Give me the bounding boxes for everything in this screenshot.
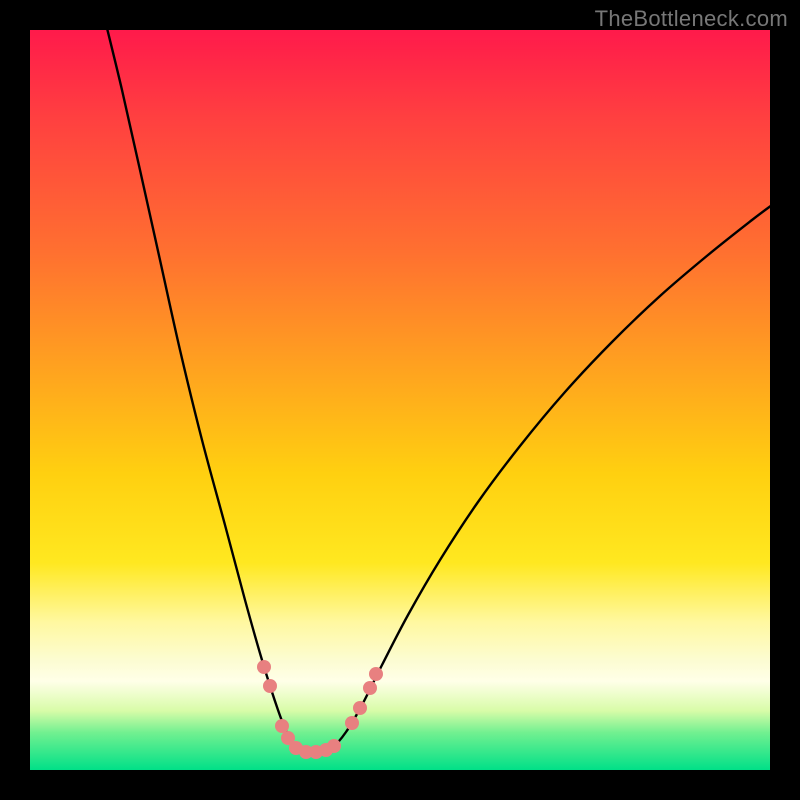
chart-svg [30, 30, 770, 770]
curve-marker [363, 681, 377, 695]
curve-markers-group [257, 660, 383, 759]
curve-marker [275, 719, 289, 733]
curve-marker [353, 701, 367, 715]
curve-marker [345, 716, 359, 730]
watermark-text: TheBottleneck.com [595, 6, 788, 32]
curve-marker [327, 739, 341, 753]
curve-marker [369, 667, 383, 681]
curve-marker [263, 679, 277, 693]
chart-plot-area [30, 30, 770, 770]
curve-marker [257, 660, 271, 674]
bottleneck-curve-line [105, 30, 770, 753]
